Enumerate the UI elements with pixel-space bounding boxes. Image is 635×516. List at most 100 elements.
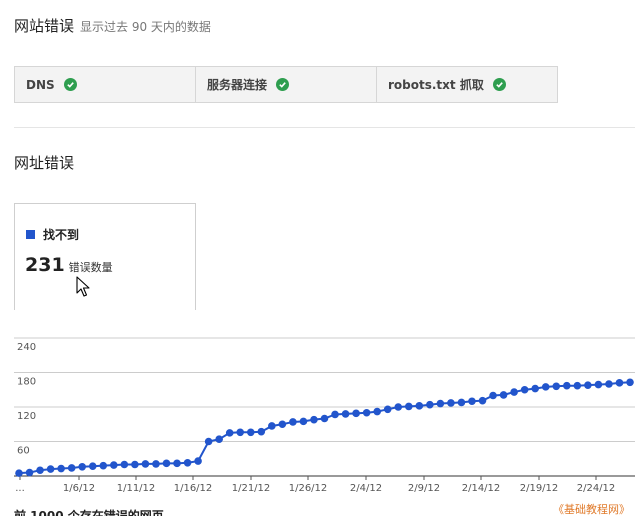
data-point (499, 391, 508, 399)
x-tick-label: 2/24/12 (577, 483, 616, 494)
data-point (78, 463, 87, 471)
data-point (573, 381, 582, 390)
status-dns[interactable]: DNS (15, 67, 196, 102)
y-tick-label: 240 (17, 342, 36, 353)
watermark: 《基础教程网》 (553, 503, 630, 516)
data-point (173, 459, 181, 468)
data-point (152, 460, 160, 468)
data-point (510, 388, 518, 396)
status-label: DNS (26, 77, 55, 92)
data-point (120, 460, 129, 469)
data-point (373, 407, 381, 416)
data-point (331, 410, 339, 419)
data-point (352, 409, 360, 418)
data-point (88, 462, 97, 471)
x-tick-label: 2/4/12 (350, 483, 382, 494)
error-count-label: 错误数量 (68, 261, 113, 274)
data-point (236, 428, 245, 437)
y-tick-label: 60 (17, 446, 30, 457)
data-point (447, 399, 455, 407)
site-errors-title: 网站错误 显示过去 90 天内的数据 (14, 15, 211, 36)
not-found-tab[interactable]: 找不到 231 错误数量 (14, 203, 196, 310)
data-point (36, 466, 44, 475)
data-point (605, 380, 613, 388)
url-errors-title: 网址错误 (14, 154, 75, 172)
data-point (341, 410, 350, 418)
data-point (562, 381, 571, 390)
x-tick-label: 1/26/12 (289, 483, 328, 494)
data-point (552, 382, 561, 391)
x-tick-label: 2/9/12 (408, 483, 440, 494)
data-point (246, 428, 255, 437)
data-point (131, 460, 139, 469)
mouse-cursor-icon (76, 276, 90, 297)
data-point (25, 468, 34, 477)
status-label: robots.txt 抓取 (388, 78, 484, 92)
data-point (436, 399, 445, 408)
data-point (57, 464, 65, 473)
top-error-pages-title: 前 1000 个存在错误的网页 (14, 509, 164, 516)
x-tick-label: 1/11/12 (117, 483, 156, 494)
data-point (531, 384, 539, 393)
data-point (320, 414, 329, 423)
data-point (615, 379, 624, 387)
data-point (541, 383, 550, 391)
data-point (278, 420, 287, 429)
data-point (215, 435, 223, 443)
data-point (141, 460, 150, 468)
x-tick-label: 2/19/12 (520, 483, 559, 494)
data-point (162, 459, 171, 468)
status-robots-fetch[interactable]: robots.txt 抓取 (377, 67, 557, 102)
data-point (362, 408, 371, 417)
data-point (415, 402, 424, 410)
x-tick-label: ... (15, 483, 25, 494)
error-count-row: 231 错误数量 (25, 254, 113, 276)
url-errors-chart: 60 120 180 240... 1/6/12 1/11/12 1/16/12 1/21/1… (14, 337, 635, 494)
data-point (457, 398, 466, 407)
data-point (194, 457, 202, 465)
data-point (289, 418, 297, 426)
data-point (594, 380, 603, 389)
data-point (204, 437, 213, 446)
site-errors-subtitle: 显示过去 90 天内的数据 (80, 20, 211, 34)
section-divider (14, 127, 635, 128)
data-point (478, 396, 487, 405)
legend-row: 找不到 (26, 226, 79, 243)
data-point (310, 415, 318, 424)
data-point (15, 469, 23, 477)
data-point (383, 405, 392, 414)
site-status-bar: DNS 服务器连接 robots.txt 抓取 (14, 66, 558, 103)
y-tick-label: 120 (17, 411, 36, 422)
series-line (18, 381, 631, 475)
status-server-connection[interactable]: 服务器连接 (196, 67, 377, 102)
data-point (67, 464, 76, 472)
data-point (489, 391, 497, 400)
x-tick-label: 1/16/12 (174, 483, 213, 494)
status-label: 服务器连接 (207, 78, 268, 92)
x-tick-label: 1/21/12 (232, 483, 271, 494)
legend-swatch (26, 230, 35, 239)
data-point (46, 465, 55, 473)
check-circle-icon (63, 78, 77, 91)
x-tick-label: 1/6/12 (63, 483, 95, 494)
data-point (404, 402, 413, 411)
data-point (299, 417, 308, 426)
x-tick-label: 2/14/12 (462, 483, 501, 494)
card-notch-cover (15, 309, 195, 319)
y-tick-label: 180 (17, 377, 36, 388)
data-point (257, 427, 266, 436)
check-circle-icon (492, 78, 506, 91)
data-point (626, 378, 634, 387)
data-point (394, 403, 403, 411)
legend-label: 找不到 (43, 228, 80, 242)
data-point (183, 458, 192, 467)
check-circle-icon (276, 78, 290, 91)
site-errors-heading: 网站错误 (14, 17, 75, 35)
data-point (225, 429, 234, 437)
error-count: 231 (25, 254, 65, 276)
data-point (520, 385, 529, 394)
data-point (268, 422, 276, 430)
data-point (99, 461, 108, 470)
data-point (426, 400, 434, 409)
data-point (468, 397, 476, 406)
